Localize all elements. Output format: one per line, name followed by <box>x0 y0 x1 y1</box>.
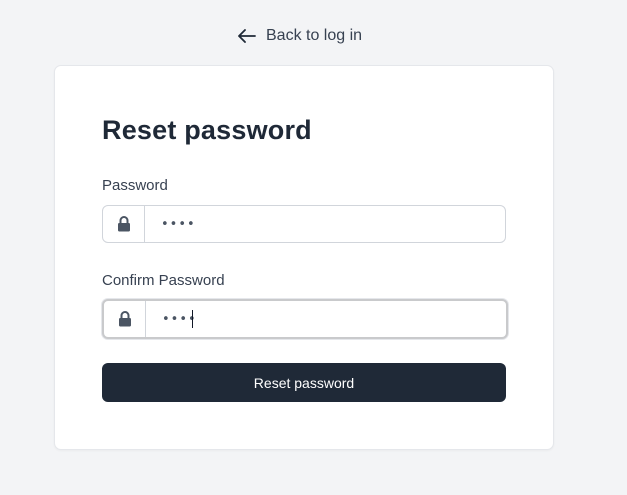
password-label: Password <box>102 177 168 194</box>
password-field-group <box>102 205 506 243</box>
reset-password-button[interactable]: Reset password <box>102 363 506 402</box>
confirm-password-label: Confirm Password <box>102 272 225 289</box>
arrow-left-icon <box>238 29 256 43</box>
back-to-login-label: Back to log in <box>266 27 363 44</box>
confirm-password-field-group <box>102 299 508 339</box>
lock-icon <box>104 301 146 337</box>
page-title: Reset password <box>102 115 312 145</box>
confirm-password-input[interactable] <box>146 301 506 337</box>
back-to-login-link[interactable]: Back to log in <box>238 24 362 48</box>
lock-icon <box>103 206 145 242</box>
reset-password-card: Reset password Password Confirm Password… <box>54 65 554 450</box>
text-cursor <box>192 310 193 328</box>
password-input[interactable] <box>145 206 505 242</box>
